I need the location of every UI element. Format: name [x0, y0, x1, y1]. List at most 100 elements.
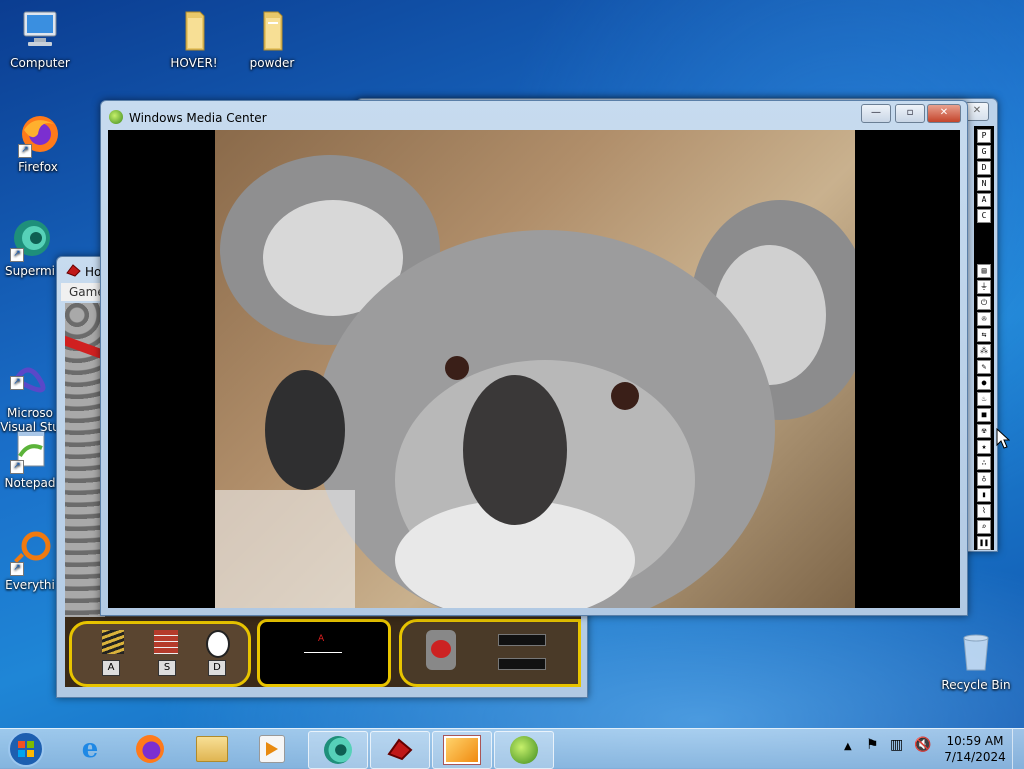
desktop-icon-notepad[interactable]: ↗ Notepad [0, 428, 60, 490]
arrows-tool-icon[interactable]: ⇆ [977, 328, 991, 342]
shortcut-arrow-icon: ↗ [18, 144, 32, 158]
hud-powerups-panel: A S D [69, 621, 251, 687]
media-center-window[interactable]: Windows Media Center — ▫ ✕ [100, 100, 968, 616]
bulb-tool-icon[interactable]: ♁ [977, 472, 991, 486]
drop-tool-icon[interactable]: ● [977, 376, 991, 390]
folder-icon [172, 8, 216, 52]
desktop-icon-label: Notepad [4, 476, 56, 490]
desktop-icon-everything[interactable]: ↗ Everythi [0, 530, 60, 592]
brick-powerup-icon [154, 630, 178, 654]
taskbar-powder[interactable] [432, 731, 492, 769]
internet-explorer-icon: e [81, 734, 99, 764]
fire-tool-icon[interactable]: ♨ [977, 392, 991, 406]
plug-tool-icon[interactable]: ⏚ [977, 280, 991, 294]
desktop-icon-label: powder [249, 56, 295, 70]
mouse-cursor-icon [996, 427, 1011, 453]
video-area[interactable] [108, 130, 960, 608]
hud-status-panel [399, 619, 581, 687]
square-tool-icon[interactable]: ■ [977, 408, 991, 422]
network-icon[interactable]: ▥ [890, 737, 903, 753]
spray-tool-icon[interactable]: ⁂ [977, 344, 991, 358]
game-hud: A S D A [65, 617, 581, 687]
radar-line [304, 652, 342, 653]
taskbar-media-center[interactable] [494, 731, 554, 769]
taskbar-hover[interactable] [370, 731, 430, 769]
show-desktop-button[interactable] [1012, 729, 1024, 769]
volume-muted-icon[interactable]: 🔇 [914, 737, 931, 753]
desktop-icon-supermium[interactable]: ↗ Supermi [0, 216, 60, 278]
taskbar-explorer[interactable] [184, 731, 240, 767]
hover-app-icon [65, 263, 81, 277]
desktop-icon-powder-folder[interactable]: powder [236, 8, 308, 70]
side-toolbar: P G D N A C ▤ ⏚ ⏻ ✇ ⇆ ⁂ ✎ ● ♨ ■ ☢ ★ ∴ ♁ … [974, 126, 994, 550]
supermium-icon [324, 736, 352, 764]
toolbar-button-d[interactable]: D [977, 161, 991, 175]
taskbar: e ▲ ⚑ ▥ 🔇 10:59 AM 7/14/2024 [0, 728, 1024, 769]
brush-tool-icon[interactable]: ⌇ [977, 504, 991, 518]
action-center-flag-icon[interactable]: ⚑ [866, 737, 879, 753]
power-tool-icon[interactable]: ⏻ [977, 296, 991, 310]
status-bar-bottom [498, 658, 546, 670]
start-button[interactable] [4, 731, 48, 767]
red-button-icon [426, 630, 456, 670]
koala-photo [215, 130, 855, 608]
key-a: A [102, 660, 120, 676]
powder-toy-icon [444, 736, 480, 764]
visual-studio-icon: ↗ [8, 344, 52, 393]
taskbar-media-player[interactable] [244, 731, 300, 767]
everything-search-icon: ↗ [8, 530, 52, 576]
firefox-icon [136, 735, 164, 763]
clock-date: 7/14/2024 [944, 750, 1006, 764]
window-title: Windows Media Center [129, 111, 267, 125]
pause-button[interactable]: ❚❚ [977, 536, 991, 550]
egg-powerup-icon [206, 630, 230, 658]
bookmark-tool-icon[interactable]: ▮ [977, 488, 991, 502]
computer-icon [18, 8, 62, 52]
firefox-icon: ↗ [16, 112, 60, 158]
minimize-button[interactable]: — [861, 104, 891, 123]
toolbar-button-p[interactable]: P [977, 129, 991, 143]
notepad-icon: ↗ [8, 428, 52, 474]
toolbar-button-a[interactable]: A [977, 193, 991, 207]
supermium-icon: ↗ [8, 216, 52, 262]
folder-icon [250, 8, 294, 52]
desktop-icon-hover-folder[interactable]: HOVER! [158, 8, 230, 70]
shortcut-arrow-icon: ↗ [10, 248, 24, 262]
desktop-icon-visual-studio[interactable]: ↗ Microso Visual Stu [0, 330, 60, 434]
star-tool-icon[interactable]: ★ [977, 440, 991, 454]
pen-tool-icon[interactable]: ✎ [977, 360, 991, 374]
desktop-icon-recycle-bin[interactable]: Recycle Bin [938, 630, 1014, 692]
window-title: Ho [85, 265, 102, 279]
clock-time: 10:59 AM [946, 734, 1004, 748]
shortcut-arrow-icon: ↗ [10, 460, 24, 474]
desktop-icon-firefox[interactable]: ↗ Firefox [2, 112, 74, 174]
close-button[interactable]: ✕ [927, 104, 961, 123]
media-center-logo-icon [510, 736, 538, 764]
desktop-icon-computer[interactable]: Computer [4, 8, 76, 70]
fan-tool-icon[interactable]: ✇ [977, 312, 991, 326]
maximize-button[interactable]: ▫ [895, 104, 925, 123]
status-bar-top [498, 634, 546, 646]
shortcut-arrow-icon: ↗ [10, 376, 24, 390]
clock[interactable]: 10:59 AM 7/14/2024 [940, 733, 1010, 765]
shortcut-arrow-icon: ↗ [10, 562, 24, 576]
toolbar-button-g[interactable]: G [977, 145, 991, 159]
key-s: S [158, 660, 176, 676]
taskbar-firefox[interactable] [122, 731, 178, 767]
desktop-icon-label: Firefox [18, 160, 58, 174]
show-hidden-icons-button[interactable]: ▲ [844, 741, 852, 752]
hover-app-icon [387, 738, 413, 761]
taskbar-supermium[interactable] [308, 731, 368, 769]
zoom-tool-icon[interactable]: ⌕ [977, 520, 991, 534]
wall-tool-icon[interactable]: ▤ [977, 264, 991, 278]
desktop-icon-label: Computer [10, 56, 70, 70]
taskbar-internet-explorer[interactable]: e [62, 731, 118, 767]
toolbar-button-c[interactable]: C [977, 209, 991, 223]
media-player-icon [259, 735, 285, 763]
key-d: D [208, 660, 226, 676]
toolbar-button-n[interactable]: N [977, 177, 991, 191]
radiation-tool-icon[interactable]: ☢ [977, 424, 991, 438]
media-center-logo-icon [109, 110, 123, 124]
close-button[interactable]: ✕ [965, 102, 989, 121]
dots-tool-icon[interactable]: ∴ [977, 456, 991, 470]
